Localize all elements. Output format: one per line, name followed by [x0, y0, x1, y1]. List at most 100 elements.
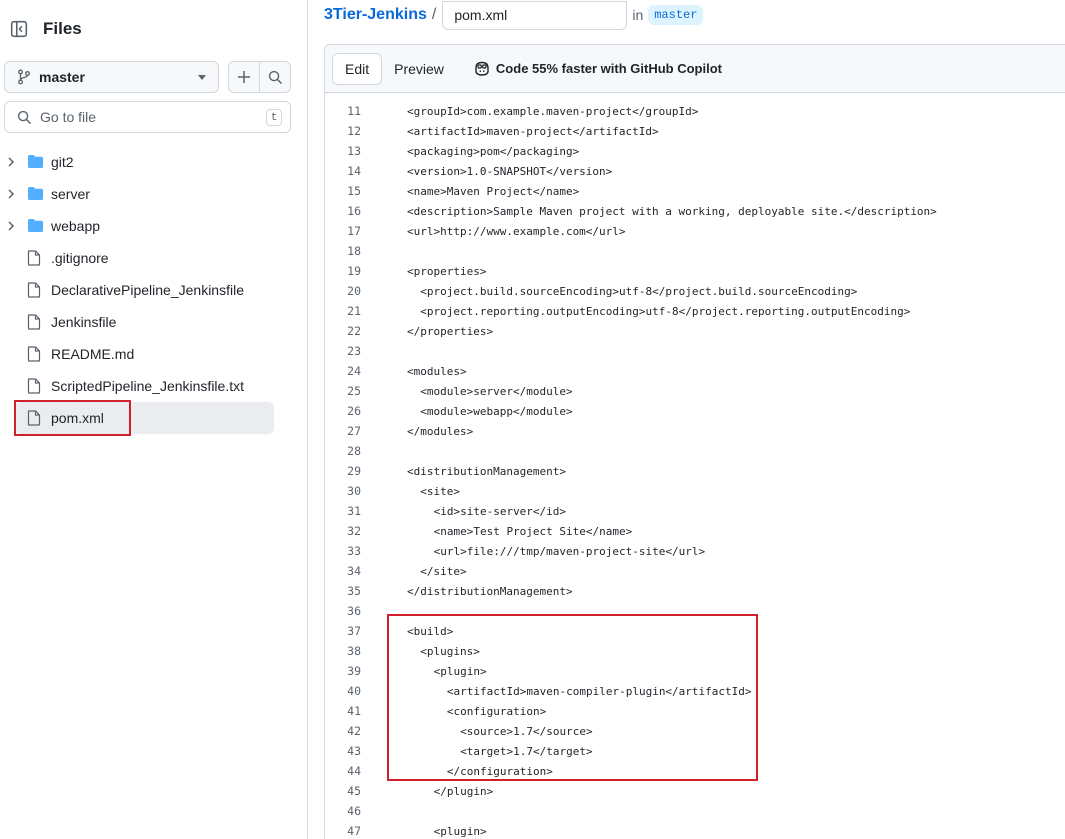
highlight-box-selected-file — [14, 400, 131, 436]
line-number: 26 — [347, 404, 361, 418]
plus-icon — [238, 71, 251, 83]
tree-item-label: git2 — [51, 154, 74, 170]
code-text: <version>1.0-SNAPSHOT</version> — [407, 164, 613, 178]
chevron-right-icon — [8, 157, 15, 167]
code-text: <packaging>pom</packaging> — [407, 144, 580, 158]
code-text: <description>Sample Maven project with a… — [407, 204, 937, 218]
code-line[interactable]: 45 </plugin> — [325, 781, 1065, 801]
file-icon — [27, 314, 41, 330]
tree-item-label: README.md — [51, 346, 135, 362]
line-number: 28 — [347, 444, 361, 458]
line-number: 40 — [347, 684, 361, 698]
code-text: </site> — [420, 564, 467, 578]
line-number: 44 — [347, 764, 361, 778]
copilot-icon — [475, 61, 489, 76]
editor-toolbar: Edit Preview Code 55% faster with GitHub… — [325, 45, 1065, 93]
line-number: 33 — [347, 544, 361, 558]
tab-edit[interactable]: Edit — [332, 52, 383, 85]
code-line[interactable]: 22 </properties> — [325, 321, 1065, 341]
tree-item-jenkinsfile[interactable]: Jenkinsfile — [0, 306, 290, 338]
line-number: 30 — [347, 484, 361, 498]
code-line[interactable]: 15 <name>Maven Project</name> — [325, 181, 1065, 201]
line-number: 31 — [347, 504, 361, 518]
tab-preview[interactable]: Preview — [382, 53, 456, 85]
code-line[interactable]: 16 <description>Sample Maven project with… — [325, 201, 1065, 221]
search-icon — [268, 70, 282, 84]
add-file-button[interactable] — [229, 62, 259, 92]
collapse-sidebar-button[interactable] — [4, 14, 34, 44]
sidebar-title: Files — [43, 19, 82, 38]
tree-item-scripted-pipeline[interactable]: ScriptedPipeline_Jenkinsfile.txt — [0, 370, 290, 402]
line-number: 17 — [347, 224, 361, 238]
code-line[interactable]: 46 — [325, 801, 1065, 821]
folder-icon — [28, 155, 43, 168]
code-line[interactable]: 30 <site> — [325, 481, 1065, 501]
branch-selector[interactable]: master — [4, 61, 219, 93]
tree-item-gitignore[interactable]: .gitignore — [0, 242, 290, 274]
file-icon — [27, 250, 41, 266]
branch-badge: master — [648, 5, 704, 25]
code-line[interactable]: 19 <properties> — [325, 261, 1065, 281]
code-text: </properties> — [407, 324, 494, 338]
line-number: 13 — [347, 144, 361, 158]
code-line[interactable]: 24 <modules> — [325, 361, 1065, 381]
code-line[interactable]: 26 <module>webapp</module> — [325, 401, 1065, 421]
code-line[interactable]: 20 <project.build.sourceEncoding>utf-8</p… — [325, 281, 1065, 301]
line-number: 14 — [347, 164, 361, 178]
code-line[interactable]: 21 <project.reporting.outputEncoding>utf-… — [325, 301, 1065, 321]
tree-item-label: .gitignore — [51, 250, 109, 266]
code-line[interactable]: 23 — [325, 341, 1065, 361]
code-line[interactable]: 32 <name>Test Project Site</name> — [325, 521, 1065, 541]
line-number: 15 — [347, 184, 361, 198]
code-line[interactable]: 35 </distributionManagement> — [325, 581, 1065, 601]
sidebar-header: Files — [4, 12, 82, 46]
branch-name: master — [39, 69, 85, 85]
line-number: 23 — [347, 344, 361, 358]
code-text: <groupId>com.example.maven-project</grou… — [407, 104, 699, 118]
code-line[interactable]: 28 — [325, 441, 1065, 461]
code-line[interactable]: 17 <url>http://www.example.com</url> — [325, 221, 1065, 241]
go-to-file-input[interactable]: Go to file t — [4, 101, 291, 133]
code-line[interactable]: 12 <artifactId>maven-project</artifactId> — [325, 121, 1065, 141]
code-line[interactable]: 31 <id>site-server</id> — [325, 501, 1065, 521]
tree-item-server[interactable]: server — [0, 178, 290, 210]
code-line[interactable]: 11 <groupId>com.example.maven-project</gr… — [325, 101, 1065, 121]
code-line[interactable]: 47 <plugin> — [325, 821, 1065, 839]
filename-input[interactable]: pom.xml — [442, 0, 628, 30]
code-line[interactable]: 18 — [325, 241, 1065, 261]
tree-item-label: webapp — [51, 218, 101, 234]
code-line[interactable]: 13 <packaging>pom</packaging> — [325, 141, 1065, 161]
chevron-down-icon — [198, 75, 206, 80]
code-line[interactable]: 34 </site> — [325, 561, 1065, 581]
code-text: <project.reporting.outputEncoding>utf-8<… — [420, 304, 911, 318]
code-text: <name>Maven Project</name> — [407, 184, 580, 198]
tree-item-declarative-pipeline[interactable]: DeclarativePipeline_Jenkinsfile — [0, 274, 290, 306]
copilot-promo[interactable]: Code 55% faster with GitHub Copilot — [474, 61, 722, 76]
code-text: <site> — [420, 484, 461, 498]
tree-item-label: server — [51, 186, 90, 202]
highlight-box-build-section — [387, 614, 758, 781]
code-line[interactable]: 14 <version>1.0-SNAPSHOT</version> — [325, 161, 1065, 181]
code-line[interactable]: 29 <distributionManagement> — [325, 461, 1065, 481]
code-text: <module>webapp</module> — [420, 404, 573, 418]
edit-preview-toggle: Edit Preview — [332, 52, 456, 85]
code-line[interactable]: 27 </modules> — [325, 421, 1065, 441]
code-text: <properties> — [407, 264, 487, 278]
code-text: <distributionManagement> — [407, 464, 566, 478]
keyboard-shortcut-hint: t — [266, 109, 282, 126]
tree-item-label: DeclarativePipeline_Jenkinsfile — [51, 282, 244, 298]
code-text: </plugin> — [433, 784, 494, 798]
file-actions — [228, 61, 291, 93]
line-number: 16 — [347, 204, 361, 218]
line-number: 12 — [347, 124, 361, 138]
tree-item-git2[interactable]: git2 — [0, 146, 290, 178]
breadcrumb: 3Tier-Jenkins / pom.xml in master — [324, 0, 704, 30]
tree-item-readme[interactable]: README.md — [0, 338, 290, 370]
code-line[interactable]: 33 <url>file:///tmp/maven-project-site</u… — [325, 541, 1065, 561]
line-number: 36 — [347, 604, 361, 618]
repo-link[interactable]: 3Tier-Jenkins — [324, 6, 427, 24]
tree-item-webapp[interactable]: webapp — [0, 210, 290, 242]
search-button[interactable] — [259, 62, 290, 92]
copilot-promo-text: Code 55% faster with GitHub Copilot — [495, 61, 722, 76]
code-line[interactable]: 25 <module>server</module> — [325, 381, 1065, 401]
